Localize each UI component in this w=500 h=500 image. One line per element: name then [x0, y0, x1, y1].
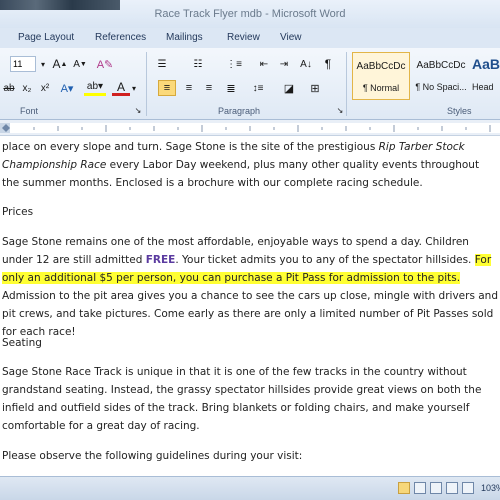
bullets-icon[interactable]: ☰ [154, 56, 170, 72]
group-separator [346, 52, 347, 116]
horizontal-ruler[interactable] [0, 120, 500, 136]
font-color-icon[interactable]: A [112, 80, 130, 96]
numbering-icon[interactable]: ☷ [190, 56, 206, 72]
style-heading-sample: AaB [472, 56, 500, 72]
line-spacing-icon[interactable]: ↕≡ [248, 80, 268, 96]
draft-view-icon[interactable] [462, 482, 474, 494]
print-layout-view-icon[interactable] [398, 482, 410, 494]
paragraph-prices: Sage Stone remains one of the most affor… [2, 233, 498, 341]
superscript-icon[interactable]: x² [38, 80, 52, 96]
ruler-ticks [0, 123, 500, 133]
group-separator [146, 52, 147, 116]
paragraph-dialog-launcher-icon[interactable]: ↘ [335, 104, 345, 116]
ruler-text-area [10, 123, 500, 133]
web-layout-view-icon[interactable] [430, 482, 442, 494]
strikethrough-icon[interactable]: ab [2, 80, 16, 96]
font-size-combo[interactable]: 11 [10, 56, 36, 72]
style-normal-name: ¶ Normal [362, 83, 400, 93]
text-effects-icon[interactable]: A▾ [58, 80, 76, 96]
align-center-icon[interactable]: ≡ [180, 80, 198, 96]
free-text: FREE [145, 254, 176, 266]
prices-text-b: . Your ticket admits you to any of the s… [175, 254, 475, 266]
sort-icon[interactable]: A↓ [298, 56, 314, 72]
style-heading-name: Head [472, 82, 494, 92]
zoom-level[interactable]: 103% [481, 483, 500, 493]
tab-page-layout[interactable]: Page Layout [18, 32, 74, 43]
paragraph-intro: place on every slope and turn. Sage Ston… [2, 138, 498, 192]
increase-indent-icon[interactable]: ⇥ [276, 56, 292, 72]
align-left-icon[interactable]: ≡ [158, 80, 176, 96]
font-size-dropdown-icon[interactable]: ▾ [38, 56, 48, 72]
subscript-icon[interactable]: x₂ [20, 80, 34, 96]
multilevel-list-icon[interactable]: ⋮≡ [226, 56, 242, 72]
style-no-spacing-sample: AaBbCcDc [416, 60, 466, 71]
decrease-indent-icon[interactable]: ⇤ [256, 56, 272, 72]
intro-text-a: place on every slope and turn. Sage Ston… [2, 141, 379, 153]
font-group-label: Font [20, 106, 39, 116]
tab-mailings[interactable]: Mailings [166, 32, 203, 43]
document-page[interactable]: place on every slope and turn. Sage Ston… [0, 136, 500, 476]
prices-text-c: Admission to the pit area gives you a ch… [2, 290, 499, 338]
paragraph-guidelines: Please observe the following guidelines … [2, 450, 303, 462]
clear-formatting-icon[interactable]: A✎ [96, 56, 114, 72]
styles-group-label: Styles [447, 106, 472, 116]
style-normal[interactable]: AaBbCcDc ¶ Normal [352, 52, 410, 100]
paragraph-group-label: Paragraph [218, 106, 261, 116]
full-screen-reading-view-icon[interactable] [414, 482, 426, 494]
heading-prices: Prices [2, 206, 34, 218]
outline-view-icon[interactable] [446, 482, 458, 494]
borders-icon[interactable]: ⊞ [306, 80, 324, 96]
highlight-color-icon[interactable]: ab▾ [84, 80, 106, 96]
status-bar: 103% [0, 476, 500, 500]
style-no-spacing-name: ¶ No Spaci... [415, 82, 467, 92]
paragraph-seating: Sage Stone Race Track is unique in that … [2, 366, 482, 432]
tab-references[interactable]: References [95, 32, 146, 43]
style-heading[interactable]: AaB Head [472, 52, 500, 100]
justify-icon[interactable]: ≣ [222, 80, 240, 96]
style-no-spacing[interactable]: AaBbCcDc ¶ No Spaci... [412, 52, 470, 100]
tab-review[interactable]: Review [227, 32, 260, 43]
grow-font-icon[interactable]: A ▲ [52, 56, 68, 72]
ribbon-tabs: Page Layout References Mailings Review V… [0, 28, 500, 48]
taskbar-thumbnail [0, 0, 120, 10]
font-size-value: 11 [13, 59, 23, 69]
font-dialog-launcher-icon[interactable]: ↘ [133, 104, 143, 116]
tab-view[interactable]: View [280, 32, 302, 43]
window-title: Race Track Flyer mdb - Microsoft Word [154, 8, 346, 20]
shading-icon[interactable]: ◪ [280, 80, 298, 96]
heading-seating: Seating [2, 337, 42, 349]
title-bar: Race Track Flyer mdb - Microsoft Word [0, 0, 500, 28]
font-color-dropdown-icon[interactable]: ▾ [130, 80, 138, 96]
ribbon: 11 ▾ A ▲ A ▼ A✎ ab x₂ x² A▾ ab▾ A ▾ Font ↘… [0, 48, 500, 120]
align-right-icon[interactable]: ≡ [200, 80, 218, 96]
shrink-font-icon[interactable]: A ▼ [72, 56, 88, 72]
style-normal-sample: AaBbCcDc [356, 61, 406, 72]
show-formatting-icon[interactable]: ¶ [320, 56, 336, 72]
